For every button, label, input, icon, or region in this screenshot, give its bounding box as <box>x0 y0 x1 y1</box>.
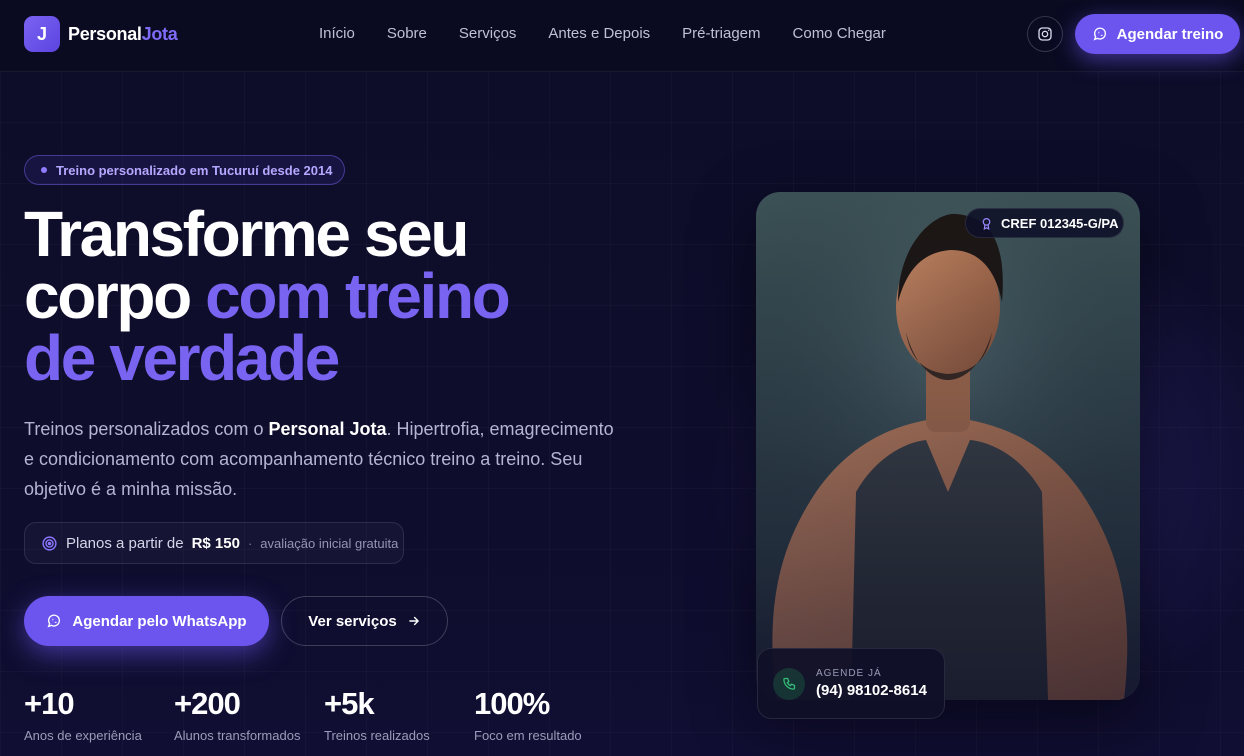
stat-workouts: +5k Treinos realizados <box>324 686 430 743</box>
hero-badge: Treino personalizado em Tucuruí desde 20… <box>24 155 345 185</box>
main-nav: Início Sobre Serviços Antes e Depois Pré… <box>319 25 886 42</box>
nav-link-sobre[interactable]: Sobre <box>387 25 427 42</box>
nav-link-pre-triagem[interactable]: Pré-triagem <box>682 25 760 42</box>
logo-text: PersonalJota <box>68 23 178 45</box>
phone-icon <box>782 677 795 690</box>
view-services-button[interactable]: Ver serviços <box>281 596 448 646</box>
schedule-training-button[interactable]: Agendar treino <box>1075 14 1240 54</box>
price-note: avaliação inicial gratuita <box>260 535 399 551</box>
price-value: R$ 150 <box>191 534 240 552</box>
stat-value: +10 <box>24 686 75 721</box>
stat-label: Anos de experiência <box>24 728 142 743</box>
trainer-photo <box>756 192 1140 700</box>
stat-students: +200 Alunos transformados <box>174 686 300 743</box>
price-separator: · <box>247 535 253 551</box>
target-icon <box>42 535 57 551</box>
instagram-button[interactable] <box>1027 16 1063 52</box>
lead-part1: Treinos personalizados com o <box>24 419 269 439</box>
phone-icon-wrap <box>773 667 805 700</box>
phone-caption: AGENDE JÁ <box>816 668 882 679</box>
stat-label: Foco em resultado <box>474 728 582 743</box>
hero-title-line3: de verdade <box>24 322 340 394</box>
view-services-label: Ver serviços <box>308 612 397 630</box>
stat-value: 100% <box>474 686 550 721</box>
stat-value: +200 <box>174 686 241 721</box>
price-pill: Planos a partir de R$ 150 · avaliação in… <box>24 522 404 564</box>
schedule-training-label: Agendar treino <box>1116 25 1224 43</box>
cref-text: CREF 012345-G/PA <box>1001 215 1119 231</box>
nav-link-antes-depois[interactable]: Antes e Depois <box>548 25 650 42</box>
stat-label: Treinos realizados <box>324 728 430 743</box>
phone-text: AGENDE JÁ (94) 98102-8614 <box>816 668 927 699</box>
trainer-illustration <box>756 192 1140 700</box>
cref-badge: CREF 012345-G/PA <box>965 208 1124 238</box>
badge-dot <box>41 167 47 173</box>
whatsapp-icon <box>1093 27 1106 41</box>
logo[interactable]: J PersonalJota <box>24 16 178 52</box>
hero-title: Transforme seu corpo com treino de verda… <box>24 202 664 390</box>
arrow-right-icon <box>408 616 419 626</box>
award-icon <box>982 217 991 230</box>
logo-mark: J <box>24 16 60 52</box>
whatsapp-schedule-label: Agendar pelo WhatsApp <box>72 612 247 630</box>
phone-number: (94) 98102-8614 <box>816 682 927 699</box>
phone-contact-card[interactable]: AGENDE JÁ (94) 98102-8614 <box>757 648 945 719</box>
stat-experience: +10 Anos de experiência <box>24 686 142 743</box>
stat-value: +5k <box>324 686 375 721</box>
whatsapp-schedule-button[interactable]: Agendar pelo WhatsApp <box>24 596 269 646</box>
logo-name: Personal <box>68 23 142 44</box>
badge-text: Treino personalizado em Tucuruí desde 20… <box>56 162 333 178</box>
whatsapp-icon <box>47 614 61 628</box>
nav-link-inicio[interactable]: Início <box>319 25 355 42</box>
stat-label: Alunos transformados <box>174 728 301 743</box>
nav-link-servicos[interactable]: Serviços <box>459 25 517 42</box>
stat-focus: 100% Foco em resultado <box>474 686 582 743</box>
instagram-icon <box>1038 27 1052 41</box>
nav-link-como-chegar[interactable]: Como Chegar <box>793 25 886 42</box>
hero-lead: Treinos personalizados com o Personal Jo… <box>24 414 624 504</box>
logo-accent: Jota <box>141 23 178 44</box>
lead-bold-name: Personal Jota <box>268 419 387 439</box>
price-prefix: Planos a partir de <box>66 534 184 552</box>
top-nav-bar: J PersonalJota Início Sobre Serviços Ant… <box>0 0 1244 72</box>
